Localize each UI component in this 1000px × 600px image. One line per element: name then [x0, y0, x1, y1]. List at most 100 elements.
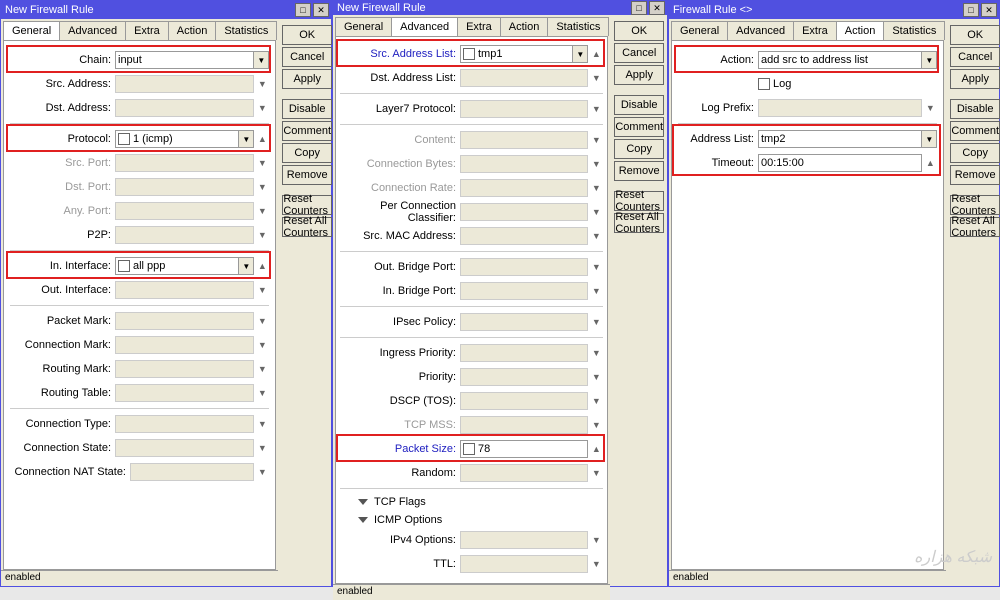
- cancel-button[interactable]: Cancel: [950, 47, 1000, 67]
- icmp-options-expander[interactable]: ICMP Options: [340, 511, 603, 529]
- layer7-field[interactable]: [460, 100, 588, 118]
- packet-size-invert-checkbox[interactable]: [463, 443, 475, 455]
- ok-button[interactable]: OK: [614, 21, 664, 41]
- dst-address-field[interactable]: [115, 99, 254, 117]
- expand-icon[interactable]: ▼: [589, 416, 603, 434]
- remove-button[interactable]: Remove: [614, 161, 664, 181]
- address-list-field[interactable]: tmp2: [758, 130, 922, 148]
- comment-button[interactable]: Comment: [282, 121, 332, 141]
- reset-all-counters-button[interactable]: Reset All Counters: [614, 213, 664, 233]
- expand-icon[interactable]: ▼: [255, 75, 269, 93]
- tab-extra[interactable]: Extra: [457, 17, 501, 36]
- expand-icon[interactable]: ▼: [589, 368, 603, 386]
- copy-button[interactable]: Copy: [614, 139, 664, 159]
- comment-button[interactable]: Comment: [614, 117, 664, 137]
- copy-button[interactable]: Copy: [950, 143, 1000, 163]
- reset-counters-button[interactable]: Reset Counters: [614, 191, 664, 211]
- collapse-icon[interactable]: ▲: [589, 45, 603, 63]
- protocol-dropdown[interactable]: ▼: [238, 130, 254, 148]
- expand-icon[interactable]: ▼: [255, 281, 269, 299]
- minimize-button[interactable]: □: [295, 3, 311, 17]
- expand-icon[interactable]: ▼: [923, 99, 937, 117]
- src-address-field[interactable]: [115, 75, 254, 93]
- random-field[interactable]: [460, 464, 588, 482]
- log-prefix-field[interactable]: [758, 99, 922, 117]
- expand-icon[interactable]: ▼: [589, 227, 603, 245]
- connection-state-field[interactable]: [115, 439, 254, 457]
- action-field[interactable]: add src to address list: [758, 51, 922, 69]
- tab-general[interactable]: General: [671, 21, 728, 40]
- tab-advanced[interactable]: Advanced: [59, 21, 126, 40]
- reset-counters-button[interactable]: Reset Counters: [950, 195, 1000, 215]
- cancel-button[interactable]: Cancel: [614, 43, 664, 63]
- reset-all-counters-button[interactable]: Reset All Counters: [282, 217, 332, 237]
- ingress-field[interactable]: [460, 344, 588, 362]
- comment-button[interactable]: Comment: [950, 121, 1000, 141]
- ttl-field[interactable]: [460, 555, 588, 573]
- in-interface-invert-checkbox[interactable]: [118, 260, 130, 272]
- tcp-flags-expander[interactable]: TCP Flags: [340, 493, 603, 511]
- remove-button[interactable]: Remove: [282, 165, 332, 185]
- collapse-icon[interactable]: ▲: [255, 257, 269, 275]
- tab-extra[interactable]: Extra: [125, 21, 169, 40]
- ipsec-field[interactable]: [460, 313, 588, 331]
- out-interface-field[interactable]: [115, 281, 254, 299]
- disable-button[interactable]: Disable: [282, 99, 332, 119]
- routing-table-field[interactable]: [115, 384, 254, 402]
- expand-icon[interactable]: ▼: [589, 313, 603, 331]
- expand-icon[interactable]: ▼: [255, 154, 269, 172]
- chain-dropdown[interactable]: ▼: [253, 51, 269, 69]
- expand-icon[interactable]: ▼: [589, 179, 603, 197]
- expand-icon[interactable]: ▼: [589, 344, 603, 362]
- collapse-icon[interactable]: ▲: [589, 440, 603, 458]
- expand-icon[interactable]: ▼: [255, 312, 269, 330]
- protocol-invert-checkbox[interactable]: [118, 133, 130, 145]
- tab-action[interactable]: Action: [836, 21, 885, 40]
- ok-button[interactable]: OK: [282, 25, 332, 45]
- in-interface-field[interactable]: all ppp: [115, 257, 239, 275]
- expand-icon[interactable]: ▼: [255, 202, 269, 220]
- apply-button[interactable]: Apply: [950, 69, 1000, 89]
- connection-mark-field[interactable]: [115, 336, 254, 354]
- expand-icon[interactable]: ▼: [255, 439, 269, 457]
- tab-action[interactable]: Action: [168, 21, 217, 40]
- chain-field[interactable]: input: [115, 51, 254, 69]
- collapse-icon[interactable]: ▲: [923, 154, 937, 172]
- expand-icon[interactable]: ▼: [589, 282, 603, 300]
- expand-icon[interactable]: ▼: [255, 336, 269, 354]
- tab-statistics[interactable]: Statistics: [883, 21, 945, 40]
- address-list-dropdown[interactable]: ▼: [921, 130, 937, 148]
- expand-icon[interactable]: ▼: [589, 464, 603, 482]
- dst-address-list-field[interactable]: [460, 69, 588, 87]
- minimize-button[interactable]: □: [631, 1, 647, 15]
- src-address-list-field[interactable]: tmp1: [460, 45, 573, 63]
- close-button[interactable]: ✕: [649, 1, 665, 15]
- in-bridge-field[interactable]: [460, 282, 588, 300]
- expand-icon[interactable]: ▼: [589, 531, 603, 549]
- tab-action[interactable]: Action: [500, 17, 549, 36]
- tab-extra[interactable]: Extra: [793, 21, 837, 40]
- expand-icon[interactable]: ▼: [255, 99, 269, 117]
- tab-statistics[interactable]: Statistics: [547, 17, 609, 36]
- protocol-field[interactable]: 1 (icmp): [115, 130, 239, 148]
- in-interface-dropdown[interactable]: ▼: [238, 257, 254, 275]
- p2p-field[interactable]: [115, 226, 254, 244]
- dscp-field[interactable]: [460, 392, 588, 410]
- connection-type-field[interactable]: [115, 415, 254, 433]
- apply-button[interactable]: Apply: [614, 65, 664, 85]
- ok-button[interactable]: OK: [950, 25, 1000, 45]
- expand-icon[interactable]: ▼: [589, 258, 603, 276]
- expand-icon[interactable]: ▼: [255, 226, 269, 244]
- cancel-button[interactable]: Cancel: [282, 47, 332, 67]
- tab-advanced[interactable]: Advanced: [727, 21, 794, 40]
- close-button[interactable]: ✕: [313, 3, 329, 17]
- reset-counters-button[interactable]: Reset Counters: [282, 195, 332, 215]
- collapse-icon[interactable]: ▲: [255, 130, 269, 148]
- src-al-dropdown[interactable]: ▼: [572, 45, 588, 63]
- remove-button[interactable]: Remove: [950, 165, 1000, 185]
- reset-all-counters-button[interactable]: Reset All Counters: [950, 217, 1000, 237]
- expand-icon[interactable]: ▼: [255, 178, 269, 196]
- content-field[interactable]: [460, 131, 588, 149]
- expand-icon[interactable]: ▼: [589, 131, 603, 149]
- tab-advanced[interactable]: Advanced: [391, 17, 458, 36]
